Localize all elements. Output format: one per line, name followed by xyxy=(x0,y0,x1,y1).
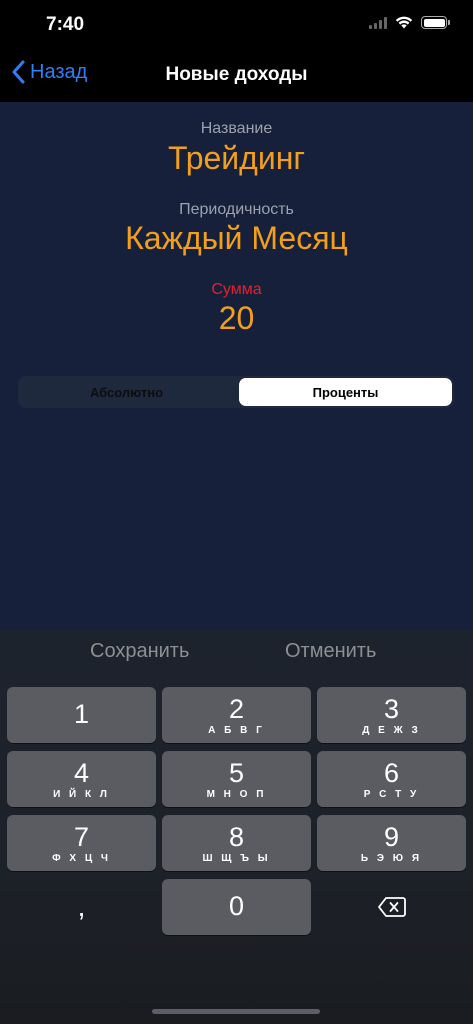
period-label: Периодичность xyxy=(179,201,294,218)
value-type-segmented-control: Абсолютно Проценты xyxy=(18,376,454,408)
key-6[interactable]: 6 Р С Т У xyxy=(317,751,466,807)
key-digit: 2 xyxy=(228,694,245,724)
segment-percent[interactable]: Проценты xyxy=(239,378,452,406)
key-7[interactable]: 7 Ф Х Ц Ч xyxy=(7,815,156,871)
key-decimal[interactable]: , xyxy=(7,879,156,935)
home-indicator[interactable] xyxy=(152,1009,320,1014)
key-digit: 5 xyxy=(228,758,245,788)
key-4[interactable]: 4 И Й К Л xyxy=(7,751,156,807)
status-bar: 7:40 xyxy=(0,0,473,50)
cancel-button[interactable]: Отменить xyxy=(285,640,376,663)
key-digit: 7 xyxy=(73,822,90,852)
key-letters: А Б В Г xyxy=(208,725,265,736)
save-button[interactable]: Сохранить xyxy=(90,640,189,663)
amount-label: Сумма xyxy=(211,281,262,298)
status-time: 7:40 xyxy=(46,14,85,35)
key-digit: 0 xyxy=(228,891,245,921)
key-9[interactable]: 9 Ь Э Ю Я xyxy=(317,815,466,871)
name-label: Название xyxy=(200,120,273,137)
key-digit: 9 xyxy=(383,822,400,852)
key-letters: Р С Т У xyxy=(363,789,420,800)
key-digit: 4 xyxy=(73,758,90,788)
backspace-button[interactable] xyxy=(317,879,466,935)
key-letters: Ш Щ Ъ Ы xyxy=(202,853,271,864)
income-form: Название Трейдинг Периодичность Каждый М… xyxy=(0,102,473,630)
key-letters: Ф Х Ц Ч xyxy=(52,853,111,864)
page-title: Новые доходы xyxy=(165,64,308,85)
cellular-signal-icon xyxy=(369,16,387,29)
key-3[interactable]: 3 Д Е Ж З xyxy=(317,687,466,743)
period-value[interactable]: Каждый Месяц xyxy=(0,220,473,257)
wifi-icon xyxy=(395,16,413,29)
key-8[interactable]: 8 Ш Щ Ъ Ы xyxy=(162,815,311,871)
key-decimal-symbol: , xyxy=(77,891,86,922)
key-digit: 1 xyxy=(73,699,90,729)
key-letters: М Н О П xyxy=(206,789,267,800)
navigation-bar: Назад Новые доходы xyxy=(0,50,473,102)
key-0[interactable]: 0 xyxy=(162,879,311,935)
key-2[interactable]: 2 А Б В Г xyxy=(162,687,311,743)
delete-left-icon xyxy=(377,897,406,917)
battery-icon xyxy=(421,16,450,29)
key-digit: 6 xyxy=(383,758,400,788)
amount-value[interactable]: 20 xyxy=(0,300,473,337)
key-letters: И Й К Л xyxy=(53,789,110,800)
name-value[interactable]: Трейдинг xyxy=(0,140,473,177)
form-actions: Сохранить Отменить xyxy=(0,630,473,678)
keyboard-area: Сохранить Отменить 1 2 А Б В Г 3 Д Е Ж З… xyxy=(0,630,473,1024)
segment-absolute[interactable]: Абсолютно xyxy=(20,378,233,406)
key-5[interactable]: 5 М Н О П xyxy=(162,751,311,807)
key-letters: Д Е Ж З xyxy=(362,725,421,736)
key-1[interactable]: 1 xyxy=(7,687,156,743)
key-letters: Ь Э Ю Я xyxy=(360,853,423,864)
status-icons xyxy=(369,16,450,29)
key-digit: 8 xyxy=(228,822,245,852)
key-digit: 3 xyxy=(383,694,400,724)
